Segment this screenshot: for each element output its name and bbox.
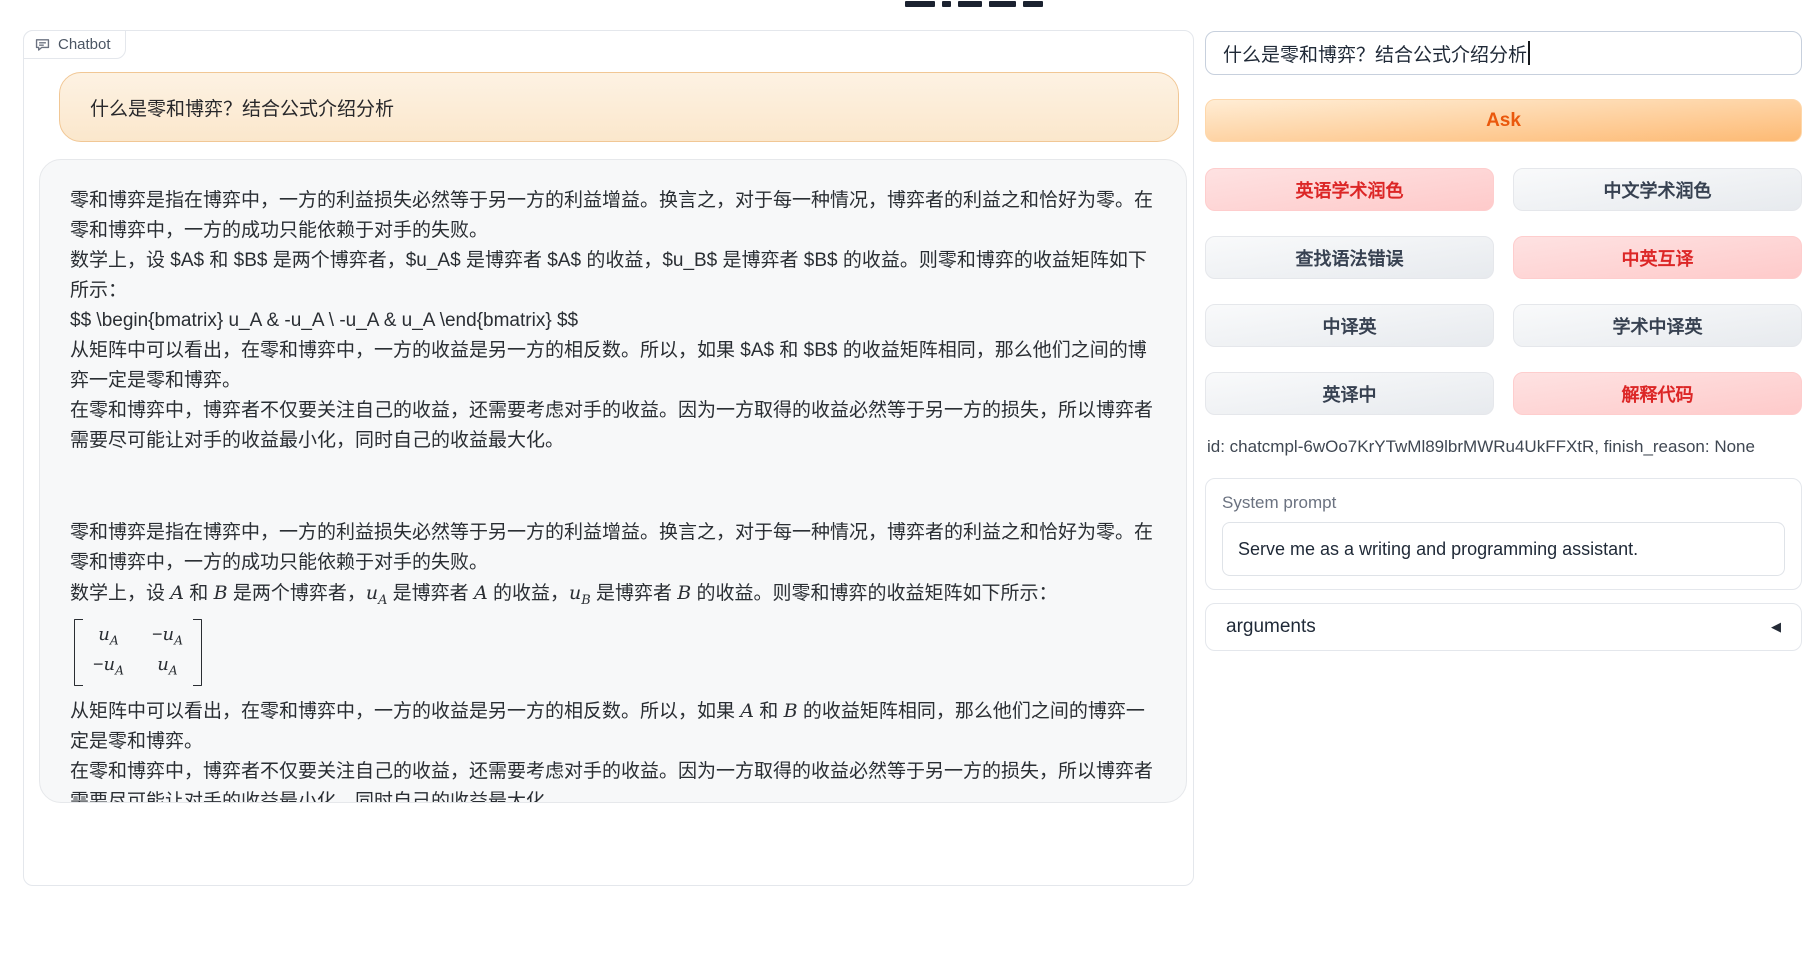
bot-paragraph-raw: 在零和博弈中，博弈者不仅要关注自己的收益，还需要考虑对手的收益。因为一方取得的收… bbox=[70, 396, 1156, 456]
chatbot-panel: Chatbot 什么是零和博弈？结合公式介绍分析 零和博弈是指在博弈中，一方的利… bbox=[23, 30, 1194, 886]
action-button-zh-to-en[interactable]: 中译英 bbox=[1205, 304, 1494, 347]
bot-paragraph-raw: 零和博弈是指在博弈中，一方的利益损失必然等于另一方的利益增益。换言之，对于每一种… bbox=[70, 186, 1156, 246]
arguments-accordion-label: arguments bbox=[1226, 616, 1316, 638]
clipped-title-fragment bbox=[1023, 1, 1043, 7]
clipped-page-title bbox=[905, 0, 1043, 7]
bot-paragraph-rendered-math: 从矩阵中可以看出，在零和博弈中，一方的收益是另一方的相反数。所以，如果 A 和 … bbox=[70, 696, 1156, 757]
action-button-grid: 英语学术润色中文学术润色查找语法错误中英互译中译英学术中译英英译中解释代码 bbox=[1205, 168, 1802, 415]
rendered-matrix: uA−uA−uAuA bbox=[74, 619, 202, 686]
question-input[interactable]: 什么是零和博弈？结合公式介绍分析 bbox=[1205, 31, 1802, 75]
bot-paragraph-rendered-math: 数学上，设 A 和 B 是两个博弈者，uA 是博弈者 A 的收益，uB 是博弈者… bbox=[70, 578, 1156, 616]
bot-paragraph-rendered: 在零和博弈中，博弈者不仅要关注自己的收益，还需要考虑对手的收益。因为一方取得的收… bbox=[70, 757, 1156, 803]
system-prompt-input[interactable]: Serve me as a writing and programming as… bbox=[1222, 522, 1785, 576]
action-button-find-grammar-errors[interactable]: 查找语法错误 bbox=[1205, 236, 1494, 279]
clipped-title-fragment bbox=[989, 1, 1016, 7]
user-message-text: 什么是零和博弈？结合公式介绍分析 bbox=[90, 94, 394, 121]
clipped-title-fragment bbox=[958, 1, 982, 7]
system-prompt-label: System prompt bbox=[1222, 493, 1785, 513]
arguments-accordion[interactable]: arguments ◀ bbox=[1205, 603, 1802, 651]
matrix-cells: uA−uA−uAuA bbox=[83, 619, 193, 686]
bot-latex-source-line: $$ \begin{bmatrix} u_A & -u_A \ -u_A & u… bbox=[70, 306, 1156, 336]
clipped-title-fragment bbox=[905, 1, 935, 7]
bot-paragraph-rendered: 零和博弈是指在博弈中，一方的利益损失必然等于另一方的利益增益。换言之，对于每一种… bbox=[70, 518, 1156, 578]
ask-button[interactable]: Ask bbox=[1205, 99, 1802, 142]
action-button-english-academic-polish[interactable]: 英语学术润色 bbox=[1205, 168, 1494, 211]
completion-status-line: id: chatcmpl-6wOo7KrYTwMl89lbrMWRu4UkFFX… bbox=[1207, 437, 1755, 457]
accordion-collapsed-arrow-icon: ◀ bbox=[1771, 619, 1781, 635]
paragraph-gap bbox=[70, 456, 1156, 518]
action-button-zh-en-mutual-translate[interactable]: 中英互译 bbox=[1513, 236, 1802, 279]
action-button-chinese-academic-polish[interactable]: 中文学术润色 bbox=[1513, 168, 1802, 211]
system-prompt-group: System prompt Serve me as a writing and … bbox=[1205, 478, 1802, 590]
bot-paragraph-raw: 数学上，设 $A$ 和 $B$ 是两个博弈者，$u_A$ 是博弈者 $A$ 的收… bbox=[70, 246, 1156, 306]
chatbot-label-text: Chatbot bbox=[58, 36, 111, 53]
system-prompt-value: Serve me as a writing and programming as… bbox=[1238, 539, 1638, 560]
control-panel: 什么是零和博弈？结合公式介绍分析 Ask 英语学术润色中文学术润色查找语法错误中… bbox=[1205, 31, 1802, 731]
text-caret bbox=[1528, 41, 1530, 65]
action-button-explain-code[interactable]: 解释代码 bbox=[1513, 372, 1802, 415]
chatbot-label: Chatbot bbox=[23, 30, 126, 59]
bot-paragraph-raw: 从矩阵中可以看出，在零和博弈中，一方的收益是另一方的相反数。所以，如果 $A$ … bbox=[70, 336, 1156, 396]
chat-bubble-icon bbox=[34, 36, 51, 53]
matrix-right-bracket bbox=[193, 619, 202, 686]
action-button-academic-zh-to-en[interactable]: 学术中译英 bbox=[1513, 304, 1802, 347]
question-input-value: 什么是零和博弈？结合公式介绍分析 bbox=[1223, 40, 1527, 67]
matrix-left-bracket bbox=[74, 619, 83, 686]
action-button-en-to-zh[interactable]: 英译中 bbox=[1205, 372, 1494, 415]
clipped-title-fragment bbox=[942, 1, 951, 7]
user-message-bubble: 什么是零和博弈？结合公式介绍分析 bbox=[59, 72, 1179, 142]
bot-message-bubble: 零和博弈是指在博弈中，一方的利益损失必然等于另一方的利益增益。换言之，对于每一种… bbox=[39, 159, 1187, 803]
